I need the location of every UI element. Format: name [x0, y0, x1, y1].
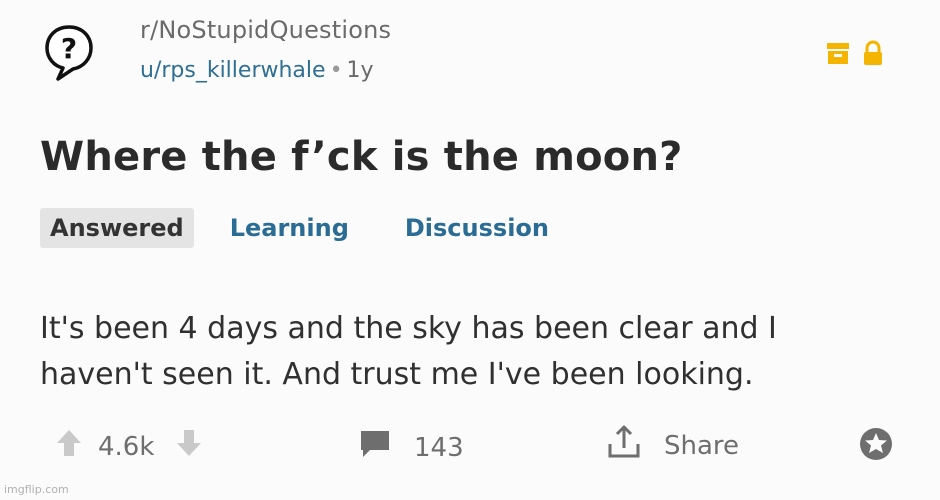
- mod-status-icons: [826, 40, 884, 70]
- share-icon: [606, 424, 642, 467]
- share-button[interactable]: Share: [606, 424, 739, 467]
- share-label: Share: [664, 430, 740, 461]
- subreddit-name[interactable]: r/NoStupidQuestions: [140, 16, 391, 44]
- post-title[interactable]: Where the f’ck is the moon?: [40, 134, 683, 180]
- comment-bubble-icon: [358, 428, 392, 467]
- meta-separator: •: [329, 58, 343, 83]
- post-body-line: It's been 4 days and the sky has been cl…: [40, 311, 777, 346]
- post-card: ? r/NoStupidQuestions u/rps_killerwhale •…: [0, 0, 940, 500]
- post-body: It's been 4 days and the sky has been cl…: [40, 306, 920, 398]
- award-button[interactable]: [858, 426, 894, 469]
- post-age: 1y: [346, 58, 374, 83]
- flair-discussion[interactable]: Discussion: [395, 208, 559, 248]
- post-body-line: haven't seen it. And trust me I've been …: [40, 357, 754, 392]
- upvote-arrow-icon[interactable]: [56, 428, 82, 465]
- flair-learning[interactable]: Learning: [220, 208, 359, 248]
- downvote-arrow-icon[interactable]: [176, 428, 202, 465]
- watermark: imgflip.com: [4, 483, 69, 496]
- post-meta: u/rps_killerwhale • 1y: [140, 58, 374, 83]
- author-link[interactable]: u/rps_killerwhale: [140, 58, 326, 83]
- flair-answered[interactable]: Answered: [40, 208, 194, 248]
- flair-list: Answered Learning Discussion: [40, 208, 559, 248]
- svg-text:?: ?: [61, 32, 77, 65]
- award-icon: [858, 426, 894, 469]
- question-bubble-icon[interactable]: ?: [44, 24, 94, 82]
- comments-button[interactable]: 143: [358, 428, 464, 467]
- comment-count: 143: [414, 432, 464, 463]
- lock-icon: [862, 40, 884, 70]
- action-bar: 4.6k 143 Share: [0, 420, 940, 470]
- archive-box-icon: [826, 40, 850, 70]
- vote-score: 4.6k: [98, 431, 155, 462]
- vote-controls: 4.6k: [56, 428, 202, 465]
